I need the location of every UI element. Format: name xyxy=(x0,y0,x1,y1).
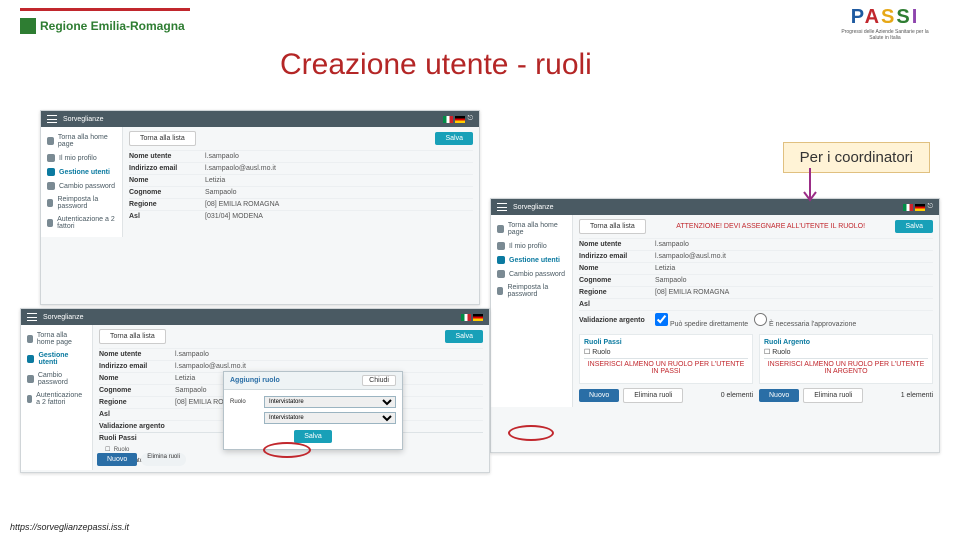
sidebar-item-home[interactable]: Torna alla home page xyxy=(21,329,92,349)
role-select-2[interactable]: Intervistatore xyxy=(264,412,396,424)
new-role-button[interactable]: Nuovo xyxy=(759,389,799,402)
roles-argento-card: Ruoli Argento ☐ Ruolo INSERISCI ALMENO U… xyxy=(759,334,933,384)
app-panel-warning: Sorveglianze ⎋ Torna alla home page Il m… xyxy=(490,198,940,453)
sidebar-item-users[interactable]: Gestione utenti xyxy=(491,253,572,267)
sidebar-item-profile[interactable]: Il mio profilo xyxy=(491,239,572,253)
checkbox-direct[interactable] xyxy=(655,313,668,326)
add-role-dialog: Aggiungi ruolo Chiudi Ruolo Intervistato… xyxy=(223,371,403,450)
save-button[interactable]: Salva xyxy=(435,132,473,145)
sidebar-item-home[interactable]: Torna alla home page xyxy=(491,219,572,239)
sidebar-item-home[interactable]: Torna alla home page xyxy=(41,131,122,151)
new-role-button[interactable]: Nuovo xyxy=(579,389,619,402)
flag-it-icon[interactable] xyxy=(443,116,453,123)
sidebar-item-password[interactable]: Cambio password xyxy=(21,369,92,389)
flag-it-icon[interactable] xyxy=(903,204,913,211)
sidebar-item-reset[interactable]: Reimposta la password xyxy=(41,193,122,213)
app-panel-main: Sorveglianze ⎋ Torna alla home page Il m… xyxy=(40,110,480,305)
hamburger-icon[interactable] xyxy=(47,115,57,123)
arrow-down-icon xyxy=(800,168,820,208)
slide-title: Creazione utente - ruoli xyxy=(280,48,592,82)
logo-passi: PASSI Progressi delle Aziende Sanitarie … xyxy=(840,6,930,41)
sidebar-item-password[interactable]: Cambio password xyxy=(491,267,572,281)
key-icon xyxy=(47,182,55,190)
user-icon xyxy=(47,154,55,162)
flag-de-icon[interactable] xyxy=(455,116,465,123)
app-panel-dialog: Sorveglianze Torna alla home page Gestio… xyxy=(20,308,490,473)
shield-icon xyxy=(47,219,53,227)
flag-de-icon[interactable] xyxy=(915,204,925,211)
sidebar-item-2fa[interactable]: Autenticazione a 2 fattori xyxy=(21,389,92,409)
flag-it-icon[interactable] xyxy=(461,314,471,321)
logo-regione: Regione Emilia-Romagna xyxy=(20,8,190,38)
dialog-title: Aggiungi ruolo xyxy=(230,377,280,384)
radio-approval[interactable] xyxy=(754,313,767,326)
dialog-save-button[interactable]: Salva xyxy=(294,430,332,443)
back-button[interactable]: Torna alla lista xyxy=(129,131,196,146)
users-icon xyxy=(47,168,55,176)
close-button[interactable]: Chiudi xyxy=(362,375,396,386)
sidebar-item-profile[interactable]: Il mio profilo xyxy=(41,151,122,165)
sidebar-item-reset[interactable]: Reimposta la password xyxy=(491,281,572,301)
role-select[interactable]: Intervistatore xyxy=(264,396,396,408)
reset-icon xyxy=(47,199,53,207)
new-role-button[interactable]: Nuovo xyxy=(97,453,137,466)
flag-de-icon[interactable] xyxy=(473,314,483,321)
sidebar-item-users[interactable]: Gestione utenti xyxy=(21,349,92,369)
hamburger-icon[interactable] xyxy=(497,203,507,211)
logo-square-icon xyxy=(20,18,36,34)
delete-roles-button[interactable]: Elimina ruoli xyxy=(623,388,683,403)
sidebar-item-password[interactable]: Cambio password xyxy=(41,179,122,193)
logout-icon[interactable]: ⎋ xyxy=(467,115,473,123)
save-button[interactable]: Salva xyxy=(445,330,483,343)
home-icon xyxy=(47,137,54,145)
logout-icon[interactable]: ⎋ xyxy=(927,203,933,211)
sidebar-item-2fa[interactable]: Autenticazione a 2 fattori xyxy=(41,213,122,233)
back-button[interactable]: Torna alla lista xyxy=(99,329,166,344)
sidebar-item-users[interactable]: Gestione utenti xyxy=(41,165,122,179)
hamburger-icon[interactable] xyxy=(27,313,37,321)
back-button[interactable]: Torna alla lista xyxy=(579,219,646,234)
footer-url: https://sorveglianzepassi.iss.it xyxy=(10,522,129,532)
delete-roles-button[interactable]: Elimina ruoli xyxy=(803,388,863,403)
warning-text: ATTENZIONE! DEVI ASSEGNARE ALL'UTENTE IL… xyxy=(674,221,867,232)
roles-passi-card: Ruoli Passi ☐ Ruolo INSERISCI ALMENO UN … xyxy=(579,334,753,384)
save-button[interactable]: Salva xyxy=(895,220,933,233)
